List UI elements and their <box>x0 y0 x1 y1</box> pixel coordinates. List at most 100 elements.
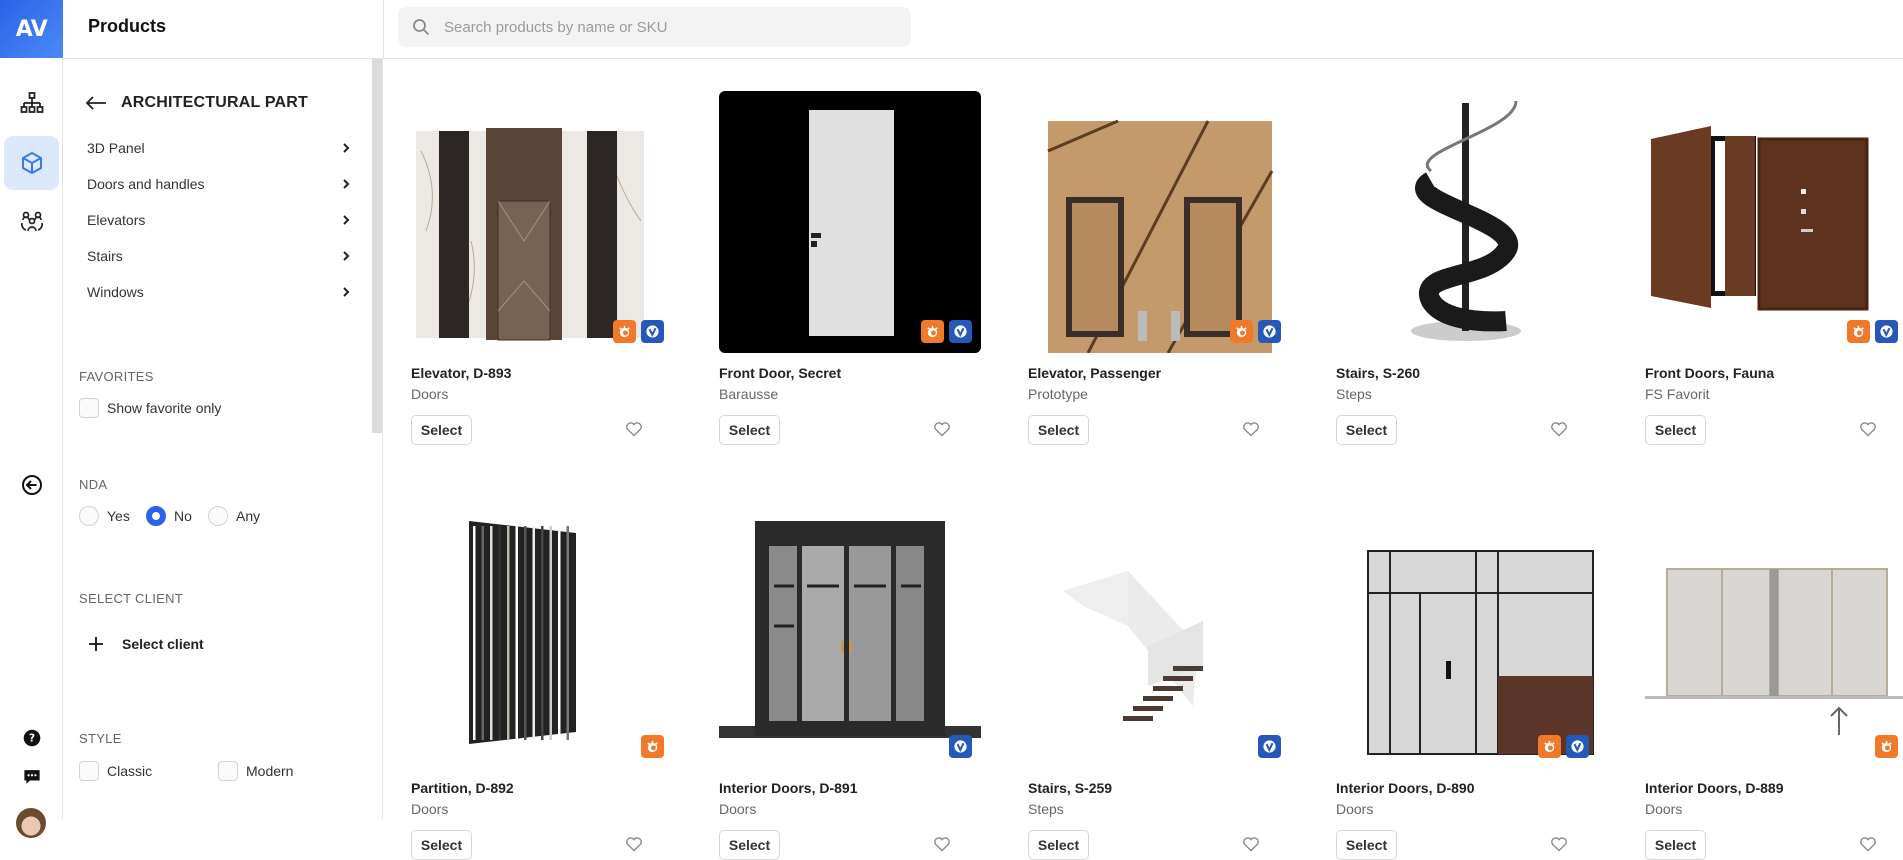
product-title[interactable]: Interior Doors, D-889 <box>1645 780 1783 796</box>
product-thumbnail[interactable] <box>1336 506 1598 768</box>
checkbox-label: Modern <box>246 763 294 779</box>
product-title[interactable]: Stairs, S-259 <box>1028 780 1112 796</box>
product-thumbnail[interactable] <box>1028 506 1290 768</box>
filter-panel-scrollbar[interactable] <box>372 59 382 433</box>
category-item-3d-panel[interactable]: 3D Panel <box>87 130 353 166</box>
product-title[interactable]: Front Door, Secret <box>719 365 841 381</box>
category-label: Elevators <box>87 212 146 228</box>
scroll-to-top-arrow-icon[interactable] <box>1827 705 1851 737</box>
nda-radio-no[interactable]: No <box>146 506 192 526</box>
favorite-heart-icon[interactable] <box>933 421 951 437</box>
checkbox-label: Classic <box>107 763 153 779</box>
rail-products-button[interactable] <box>4 136 59 190</box>
product-title[interactable]: Elevator, Passenger <box>1028 365 1161 381</box>
product-thumbnail[interactable] <box>1028 91 1290 353</box>
search-icon <box>413 19 430 36</box>
favorite-heart-icon[interactable] <box>1242 836 1260 852</box>
category-item-doors-and-handles[interactable]: Doors and handles <box>87 166 353 202</box>
favorite-heart-icon[interactable] <box>933 836 951 852</box>
product-title[interactable]: Front Doors, Fauna <box>1645 365 1774 381</box>
vray-render-icon <box>1263 325 1276 338</box>
corona-badge <box>1875 735 1898 758</box>
vray-render-icon <box>646 325 659 338</box>
product-thumbnail[interactable] <box>719 91 981 353</box>
select-button[interactable]: Select <box>719 830 780 860</box>
product-title[interactable]: Stairs, S-260 <box>1336 365 1420 381</box>
app-logo[interactable]: AV <box>0 0 63 58</box>
product-thumbnail[interactable] <box>719 506 981 768</box>
product-subtitle: Doors <box>411 801 449 817</box>
category-item-elevators[interactable]: Elevators <box>87 202 353 238</box>
product-title[interactable]: Partition, D-892 <box>411 780 514 796</box>
favorite-heart-icon[interactable] <box>1550 421 1568 437</box>
product-thumbnail[interactable] <box>1336 91 1598 353</box>
show-favorite-only-checkbox[interactable]: Show favorite only <box>79 398 221 418</box>
select-button[interactable]: Select <box>1028 415 1089 445</box>
chat-bubble-icon <box>23 770 40 784</box>
checkbox-box[interactable] <box>79 398 99 418</box>
select-client-label-text: Select client <box>122 636 204 652</box>
radio-label: Any <box>236 508 261 524</box>
category-list: 3D Panel Doors and handles Elevators Sta… <box>87 130 353 310</box>
select-button[interactable]: Select <box>411 415 472 445</box>
category-back-button[interactable]: ARCHITECTURAL PART <box>85 94 308 112</box>
chevron-right-icon <box>343 287 350 297</box>
select-button[interactable]: Select <box>1028 830 1089 860</box>
radio-button[interactable] <box>146 506 166 526</box>
radio-label: No <box>174 508 192 524</box>
rail-chat-button[interactable] <box>4 752 59 802</box>
select-button[interactable]: Select <box>719 415 780 445</box>
product-thumbnail[interactable] <box>1645 91 1903 353</box>
avatar[interactable] <box>16 808 46 838</box>
category-label: Windows <box>87 284 144 300</box>
search-bar[interactable] <box>398 7 911 47</box>
product-thumbnail[interactable] <box>411 506 673 768</box>
help-circle-icon: ? <box>23 729 40 747</box>
product-title[interactable]: Elevator, D-893 <box>411 365 511 381</box>
select-button[interactable]: Select <box>411 830 472 860</box>
nda-radio-any[interactable]: Any <box>208 506 260 526</box>
favorite-heart-icon[interactable] <box>625 421 643 437</box>
checkbox-box[interactable] <box>79 761 99 781</box>
vray-render-icon <box>1263 740 1276 753</box>
vray-badge <box>949 320 972 343</box>
corona-render-icon <box>647 740 658 753</box>
favorite-heart-icon[interactable] <box>1242 421 1260 437</box>
favorite-heart-icon[interactable] <box>1859 421 1877 437</box>
select-button[interactable]: Select <box>1336 415 1397 445</box>
radio-button[interactable] <box>79 506 99 526</box>
vray-render-icon <box>1880 325 1893 338</box>
favorite-heart-icon[interactable] <box>1859 836 1877 852</box>
cube-icon <box>21 152 42 174</box>
favorite-heart-icon[interactable] <box>625 836 643 852</box>
nda-radio-yes[interactable]: Yes <box>79 506 130 526</box>
favorite-heart-icon[interactable] <box>1550 836 1568 852</box>
search-input[interactable] <box>444 18 884 36</box>
product-title[interactable]: Interior Doors, D-891 <box>719 780 857 796</box>
rail-collapse-button[interactable] <box>4 458 59 512</box>
select-button[interactable]: Select <box>1645 830 1706 860</box>
select-button[interactable]: Select <box>1645 415 1706 445</box>
rail-clients-button[interactable] <box>4 195 59 249</box>
select-button[interactable]: Select <box>1336 830 1397 860</box>
users-group-icon <box>20 211 43 232</box>
category-label: Stairs <box>87 248 123 264</box>
category-item-windows[interactable]: Windows <box>87 274 353 310</box>
category-label: Doors and handles <box>87 176 205 192</box>
sitemap-icon <box>20 92 43 113</box>
style-classic-checkbox[interactable]: Classic <box>79 761 152 781</box>
corona-badge <box>1847 320 1870 343</box>
checkbox-box[interactable] <box>218 761 238 781</box>
product-title[interactable]: Interior Doors, D-890 <box>1336 780 1474 796</box>
corona-badge <box>641 735 664 758</box>
render-engine-badges <box>1258 735 1281 758</box>
category-item-stairs[interactable]: Stairs <box>87 238 353 274</box>
select-client-button[interactable]: Select client <box>88 636 204 652</box>
style-modern-checkbox[interactable]: Modern <box>218 761 293 781</box>
radio-button[interactable] <box>208 506 228 526</box>
select-client-label: SELECT CLIENT <box>79 591 184 606</box>
product-thumbnail[interactable] <box>1645 506 1903 768</box>
corona-badge <box>1230 320 1253 343</box>
rail-hierarchy-button[interactable] <box>4 77 59 131</box>
product-thumbnail[interactable] <box>411 91 673 353</box>
